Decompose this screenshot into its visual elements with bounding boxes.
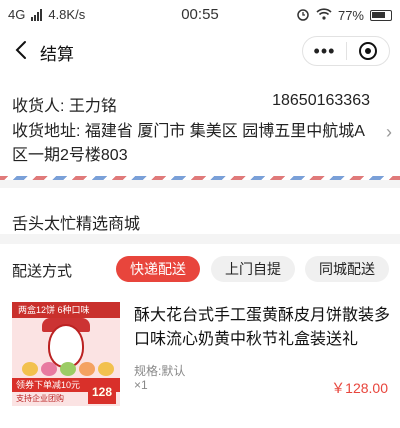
product-spec: 规格:默认 (134, 364, 186, 378)
navigation-bar: 结算 ••• (0, 28, 400, 74)
image-promo-sub: 支持企业团购 (16, 394, 64, 403)
status-bar: 4G 4.8K/s 00:55 77% (0, 0, 400, 28)
product-price: ￥128.00 (331, 380, 388, 396)
product-quantity: ×1 (134, 378, 148, 392)
page-title: 结算 (40, 45, 74, 64)
product-name: 酥大花台式手工蛋黄酥皮月饼散装多口味流心奶黄中秋节礼盒装送礼 (134, 307, 391, 348)
product-item: 两盒12饼 6种口味 领券下单减10元 支持企业团购 128 酥大花台式手工蛋黄… (0, 292, 400, 428)
airmail-border (0, 176, 400, 180)
alarm-icon (296, 7, 310, 24)
shop-name: 舌头太忙精选商城 (12, 216, 141, 233)
address-card[interactable]: 收货人: 王力铭 18650163363 收货地址: 福建省 厦门市 集美区 园… (0, 74, 400, 180)
mooncakes (22, 362, 114, 376)
receiver-name: 收货人: 王力铭 (12, 98, 117, 115)
delivery-option-express[interactable]: 快递配送 (116, 256, 200, 282)
receiver-phone: 18650163363 (272, 92, 370, 109)
delivery-label: 配送方式 (12, 263, 73, 280)
image-band-text: 两盒12饼 6种口味 (12, 302, 120, 318)
battery-icon (370, 10, 392, 21)
wifi-icon (316, 8, 332, 23)
close-miniprogram-button[interactable] (347, 42, 389, 60)
status-right: 77% (296, 7, 392, 24)
delivery-method: 配送方式 快递配送 上门自提 同城配送 (0, 244, 400, 292)
delivery-option-pickup[interactable]: 上门自提 (211, 256, 295, 282)
chevron-right-icon: › (386, 122, 392, 142)
delivery-option-local[interactable]: 同城配送 (305, 256, 389, 282)
miniprogram-capsule: ••• (302, 36, 390, 66)
more-menu-button[interactable]: ••• (303, 41, 346, 61)
shop-header: 舌头太忙精选商城 (0, 188, 400, 234)
image-price-tag: 128 (88, 380, 116, 404)
back-icon[interactable] (10, 36, 34, 64)
shipping-address: 收货地址: 福建省 厦门市 集美区 园博五里中航城A区一期2号楼803 (12, 123, 365, 164)
product-image: 两盒12饼 6种口味 领券下单减10元 支持企业团购 128 (12, 302, 120, 406)
target-icon (358, 42, 377, 60)
battery-level: 77% (337, 8, 364, 23)
